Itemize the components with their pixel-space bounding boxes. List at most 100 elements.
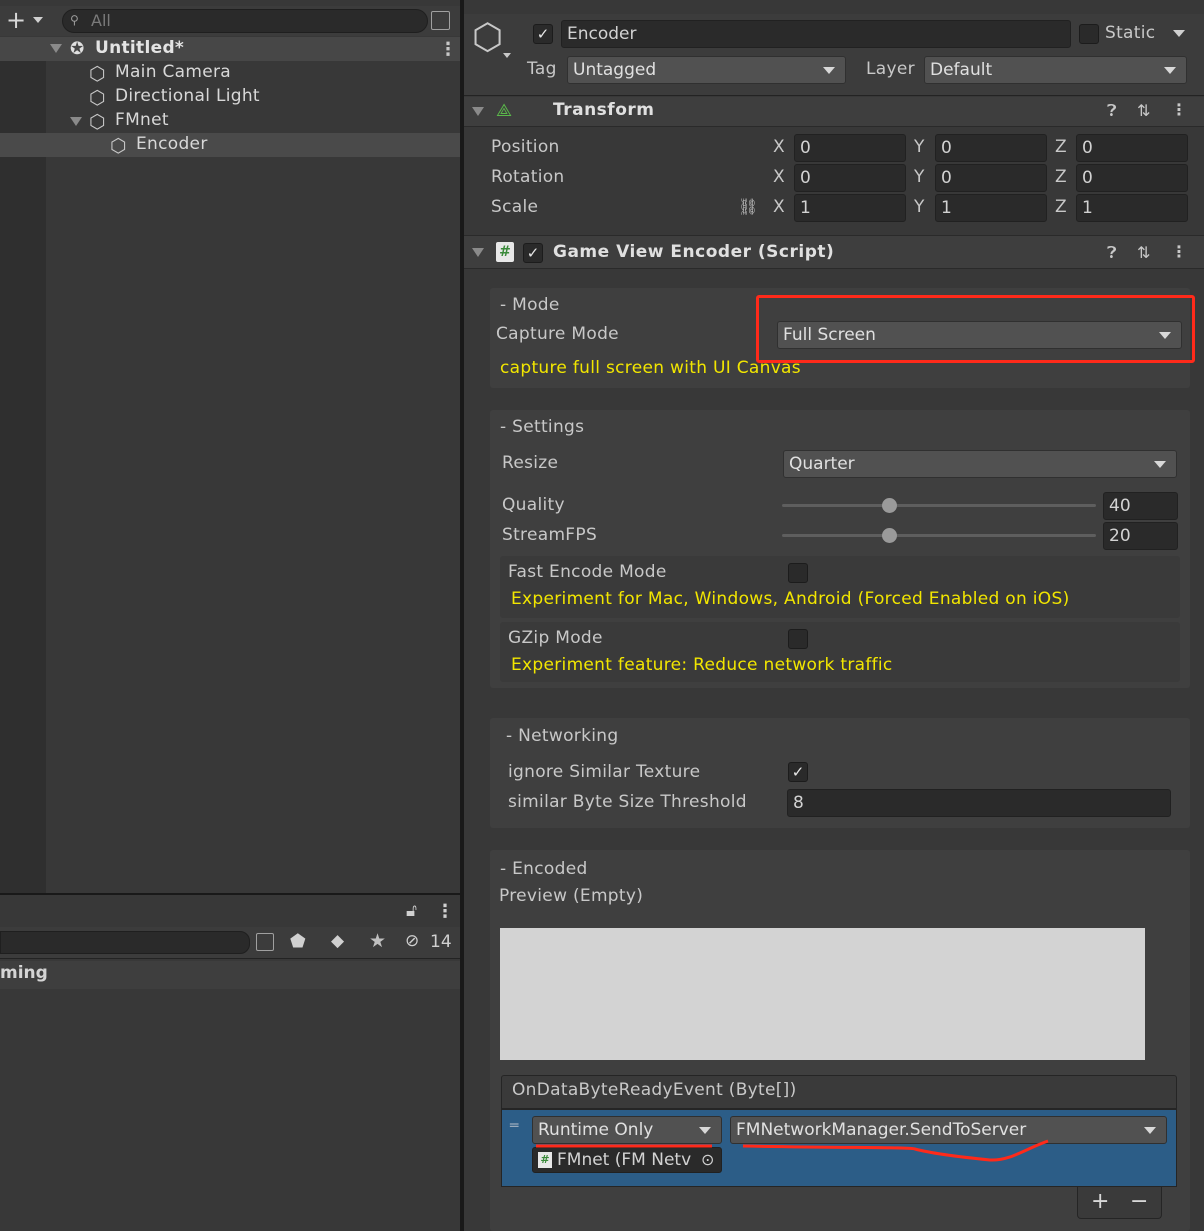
selected-row[interactable] — [0, 133, 460, 157]
rotation-z-field[interactable]: 0 — [1076, 164, 1188, 192]
position-x-label[interactable]: X — [773, 137, 785, 157]
red-underline-annotation — [536, 1139, 1049, 1162]
panel-menu-icon[interactable]: ⋮ — [436, 901, 454, 922]
ignore-similar-checkbox[interactable]: ✓ — [788, 762, 808, 782]
preset-icon[interactable]: ⇅ — [1137, 243, 1150, 262]
rotation-y-field[interactable]: 0 — [935, 164, 1047, 192]
hierarchy-item-fmnet[interactable]: FMnet — [115, 110, 169, 130]
resize-value: Quarter — [789, 454, 855, 474]
component-menu-icon[interactable]: ⋮ — [1171, 242, 1187, 261]
gzip-note: Experiment feature: Reduce network traff… — [511, 655, 893, 675]
scale-x-field[interactable]: 1 — [794, 194, 906, 222]
foldout-icon[interactable] — [472, 107, 484, 116]
layer-dropdown[interactable]: Default — [924, 56, 1187, 84]
static-dropdown-icon[interactable] — [1173, 30, 1185, 37]
fmnet-foldout-icon[interactable] — [70, 117, 82, 126]
position-label: Position — [491, 137, 560, 157]
gameobject-large-icon: ⬡ — [472, 17, 504, 58]
folder-row[interactable] — [0, 961, 460, 989]
static-checkbox[interactable] — [1079, 24, 1099, 44]
remove-listener-button[interactable]: − — [1130, 1189, 1148, 1214]
hidden-packages-icon[interactable]: ⊘ — [405, 931, 419, 951]
quality-slider-track[interactable] — [782, 504, 1096, 507]
scale-z-label[interactable]: Z — [1055, 197, 1067, 217]
quality-label: Quality — [502, 495, 565, 515]
streamfps-label: StreamFPS — [502, 525, 598, 545]
resize-label: Resize — [502, 453, 559, 473]
hierarchy-item-directional-light[interactable]: Directional Light — [115, 86, 260, 106]
filter-label-icon[interactable]: ◆ — [331, 931, 344, 951]
settings-header: - Settings — [500, 417, 585, 437]
scale-x-label[interactable]: X — [773, 197, 785, 217]
position-y-label[interactable]: Y — [914, 137, 924, 157]
gameobject-icon: ⬡ — [89, 111, 106, 133]
hierarchy-item-main-camera[interactable]: Main Camera — [115, 62, 231, 82]
fast-encode-checkbox[interactable] — [788, 563, 808, 583]
fast-encode-note: Experiment for Mac, Windows, Android (Fo… — [511, 589, 1070, 609]
streamfps-field[interactable]: 20 — [1103, 522, 1178, 550]
scene-menu-icon[interactable]: ⋮ — [439, 39, 457, 60]
fast-encode-label: Fast Encode Mode — [508, 562, 667, 582]
quality-field[interactable]: 40 — [1103, 492, 1178, 520]
gzip-checkbox[interactable] — [788, 629, 808, 649]
foldout-icon[interactable] — [472, 248, 484, 257]
gzip-label: GZip Mode — [508, 628, 603, 648]
hierarchy-search-input[interactable]: ⚲ All — [62, 9, 428, 33]
search-by-type-icon[interactable] — [256, 933, 274, 951]
preset-icon[interactable]: ⇅ — [1137, 101, 1150, 120]
add-listener-button[interactable]: + — [1091, 1189, 1109, 1214]
scale-y-label[interactable]: Y — [914, 197, 924, 217]
event-footer — [1077, 1187, 1162, 1219]
resize-dropdown[interactable]: Quarter — [783, 450, 1177, 478]
favorite-icon[interactable]: ★ — [369, 930, 386, 952]
tag-dropdown[interactable]: Untagged — [567, 56, 846, 84]
rotation-label: Rotation — [491, 167, 565, 187]
rotation-y-label[interactable]: Y — [914, 167, 924, 187]
add-dropdown-icon[interactable] — [33, 17, 43, 23]
constrain-proportions-icon[interactable]: ⛓︎ — [738, 197, 758, 216]
preview-label: Preview (Empty) — [499, 886, 644, 906]
hierarchy-item-encoder[interactable]: Encoder — [136, 134, 208, 154]
script-enabled-checkbox[interactable]: ✓ — [523, 243, 543, 263]
add-button[interactable]: + — [6, 8, 26, 32]
position-z-label[interactable]: Z — [1055, 137, 1067, 157]
ignore-similar-label: ignore Similar Texture — [508, 762, 701, 782]
quality-slider-knob[interactable] — [881, 498, 897, 513]
icon-dropdown-icon[interactable] — [503, 53, 511, 58]
script-icon: # — [496, 242, 514, 262]
drag-handle-icon[interactable]: ═ — [510, 1118, 518, 1134]
mode-header: - Mode — [500, 295, 560, 315]
lock-icon[interactable]: 🔓︎ — [406, 901, 417, 921]
chevron-down-icon — [1144, 1127, 1156, 1134]
streamfps-slider-knob[interactable] — [881, 528, 897, 543]
threshold-field[interactable]: 8 — [787, 789, 1171, 817]
rotation-z-label[interactable]: Z — [1055, 167, 1067, 187]
scale-z-field[interactable]: 1 — [1076, 194, 1188, 222]
help-icon[interactable]: ❓︎ — [1107, 243, 1117, 263]
gameobject-icon: ⬡ — [89, 63, 106, 85]
position-z-field[interactable]: 0 — [1076, 134, 1188, 162]
red-highlight-box — [756, 295, 1195, 363]
component-menu-icon[interactable]: ⋮ — [1171, 100, 1187, 119]
rotation-x-field[interactable]: 0 — [794, 164, 906, 192]
unity-scene-icon: ✪ — [70, 39, 85, 59]
streamfps-slider-track[interactable] — [782, 534, 1096, 537]
active-checkbox[interactable]: ✓ — [533, 24, 553, 44]
gameobject-icon: ⬡ — [110, 135, 127, 157]
folder-label[interactable]: ming — [0, 963, 48, 983]
layer-value: Default — [930, 60, 993, 80]
help-icon[interactable]: ❓︎ — [1107, 101, 1117, 121]
position-x-field[interactable]: 0 — [794, 134, 906, 162]
filter-type-icon[interactable]: ⬟ — [290, 931, 306, 952]
scale-y-field[interactable]: 1 — [935, 194, 1047, 222]
layer-label: Layer — [866, 59, 915, 79]
search-by-type-icon[interactable] — [431, 11, 450, 30]
event-title: OnDataByteReadyEvent (Byte[]) — [512, 1080, 797, 1100]
object-name-field[interactable]: Encoder — [561, 20, 1071, 48]
hidden-packages-count: 14 — [430, 932, 452, 952]
position-y-field[interactable]: 0 — [935, 134, 1047, 162]
project-search-input[interactable] — [0, 931, 250, 954]
scene-row[interactable] — [0, 37, 460, 61]
scene-foldout-icon[interactable] — [50, 44, 62, 53]
rotation-x-label[interactable]: X — [773, 167, 785, 187]
